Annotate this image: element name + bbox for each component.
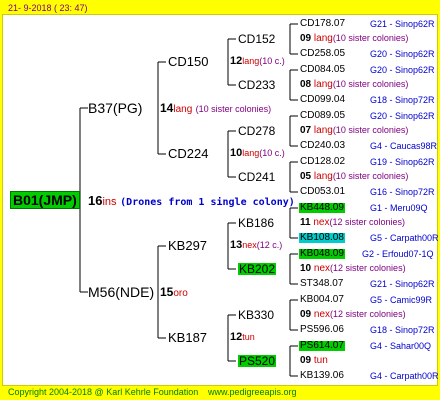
leaf-origin: G18 - Sinop72R [370,95,435,105]
leaf-colony-id: CD258.05 [300,48,346,59]
g3-colony-id: KB186 [238,216,275,230]
leaf-sister-info: 08 lang(10 sister colonies) [300,79,409,90]
g2-sister-info: 10lang(10 c.) [230,147,285,159]
leaf-colony-id: CD053.01 [300,186,346,197]
leaf-origin: G4 - Caucas98R [370,141,438,151]
g2-colony-id: KB297 [168,238,208,253]
g2-sister-info: 13nex(12 c.) [230,239,283,251]
root-drone-info: (Drones from 1 single colony) [120,197,295,208]
leaf-colony-id: KB108.08 [299,232,345,243]
g2-sister-info: 12lang(10 c.) [230,55,285,67]
queen-colony-id: B37(PG) [88,100,143,116]
g3-colony-id: CD278 [238,124,276,138]
leaf-colony-id: CD240.03 [300,140,346,151]
drone-sister-info: 15oro [160,285,188,299]
leaf-origin: G16 - Sinop72R [370,187,435,197]
leaf-origin: G4 - Sahar00Q [370,341,432,351]
leaf-origin: G20 - Sinop62R [370,111,435,121]
leaf-origin: G19 - Sinop62R [370,157,435,167]
leaf-colony-id: CD099.04 [300,94,346,105]
leaf-colony-id: ST348.07 [300,278,344,289]
leaf-sister-info: 07 lang(10 sister colonies) [300,125,409,136]
leaf-colony-id: KB448.09 [299,202,345,213]
leaf-origin: G4 - Carpath00R [370,371,439,381]
g2-colony-id: CD150 [168,54,209,69]
queen-sister-info: 14lang (10 sister colonies) [160,101,272,115]
leaf-colony-id: PS596.06 [300,324,344,335]
root-label: ins [102,196,117,208]
g3-colony-id: CD233 [238,78,276,92]
leaf-colony-id: CD084.05 [300,64,346,75]
leaf-sister-info: 10 nex(12 sister colonies) [300,263,406,274]
g3-colony-id: KB202 [238,262,277,276]
leaf-colony-id: PS614.07 [299,340,345,351]
g2-colony-id: KB187 [168,330,208,345]
leaf-sister-info: 09 lang(10 sister colonies) [300,33,409,44]
g3-colony-id: CD241 [238,170,276,184]
leaf-sister-info: 09 nex(12 sister colonies) [300,309,406,320]
g3-colony-id: KB330 [238,308,275,322]
leaf-colony-id: CD128.02 [300,156,346,167]
root-count: 16 [88,193,103,208]
leaf-origin: G5 - Camic99R [370,295,433,305]
leaf-origin: G2 - Erfoud07-1Q [362,249,434,259]
leaf-sister-info: 05 lang(10 sister colonies) [300,171,409,182]
leaf-colony-id: KB048.09 [299,248,345,259]
root-colony-id: B01(JMP) [10,191,80,209]
leaf-colony-id: KB004.07 [300,294,344,305]
root-sister-info: 16ins (Drones from 1 single colony) [88,194,295,208]
leaf-origin: G20 - Sinop62R [370,65,435,75]
g3-colony-id: CD152 [238,32,276,46]
leaf-origin: G5 - Carpath00R [370,233,439,243]
footer-copyright: Copyright 2004-2018 @ Karl Kehrle Founda… [8,387,199,397]
leaf-colony-id: KB139.06 [300,370,344,381]
drone-colony-id: M56(NDE) [88,284,155,300]
g2-sister-info: 12tun [230,331,255,343]
footer-url-link[interactable]: www.pedigreeapis.org [208,388,297,397]
leaf-origin: G21 - Sinop62R [370,19,435,29]
leaf-sister-info: 11 nex(12 sister colonies) [300,217,406,228]
g3-colony-id: PS520 [238,354,277,368]
leaf-origin: G1 - Meru09Q [370,203,428,213]
leaf-origin: G20 - Sinop62R [370,49,435,59]
g2-colony-id: CD224 [168,146,209,161]
leaf-colony-id: CD178.07 [300,18,346,29]
leaf-origin: G21 - Sinop62R [370,279,435,289]
leaf-origin: G18 - Sinop72R [370,325,435,335]
leaf-colony-id: CD089.05 [300,110,346,121]
timestamp: 21- 9-2018 ( 23: 47) [8,3,88,13]
leaf-sister-info: 09 tun [300,355,328,366]
